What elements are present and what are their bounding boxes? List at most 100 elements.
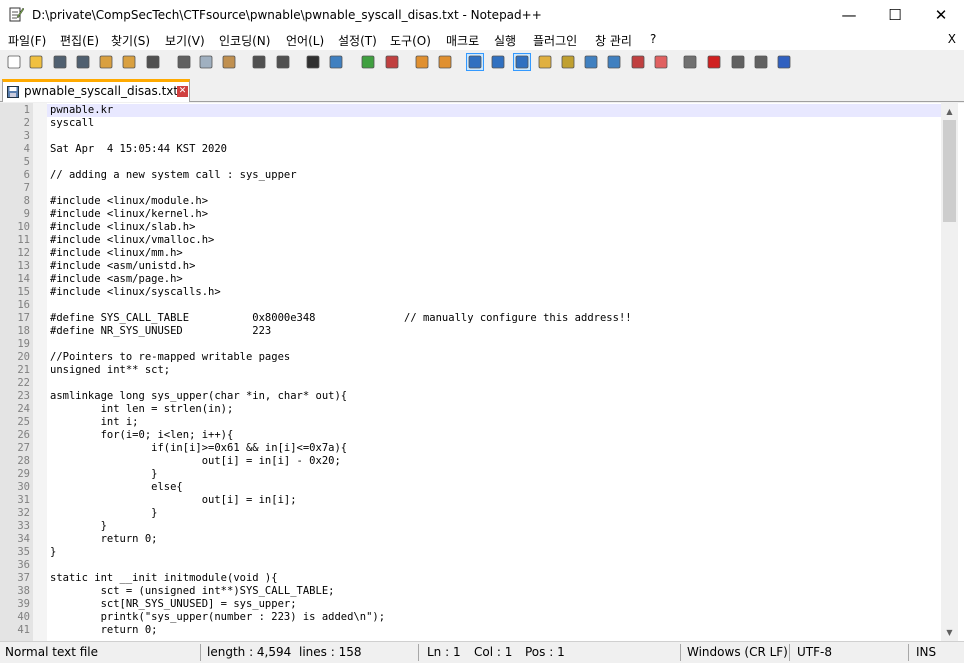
minimize-button[interactable]: — (826, 0, 872, 30)
line-text[interactable]: int i; (50, 416, 139, 429)
code-line[interactable]: 38 sct = (unsigned int**)SYS_CALL_TABLE; (0, 585, 941, 598)
code-line[interactable]: 2 syscall (0, 117, 941, 130)
word-wrap-icon[interactable] (466, 53, 484, 71)
menu-plugins[interactable]: 플러그인 (533, 32, 577, 49)
code-line[interactable]: 23 asmlinkage long sys_upper(char *in, ch… (0, 390, 941, 403)
code-line[interactable]: 39 sct[NR_SYS_UNUSED] = sys_upper; (0, 598, 941, 611)
tab-pwnable-syscall-disas[interactable]: pwnable_syscall_disas.txt ✕ (2, 79, 190, 102)
function-list-icon[interactable] (606, 54, 622, 70)
code-line[interactable]: 14 #include <asm/page.h> (0, 273, 941, 286)
line-text[interactable]: sct = (unsigned int**)SYS_CALL_TABLE; (50, 585, 335, 598)
replace-icon[interactable] (328, 54, 344, 70)
line-text[interactable]: sct[NR_SYS_UNUSED] = sys_upper; (50, 598, 297, 611)
show-all-chars-icon[interactable] (490, 54, 506, 70)
zoom-out-icon[interactable] (384, 54, 400, 70)
code-line[interactable]: 25 int i; (0, 416, 941, 429)
line-text[interactable]: if(in[i]>=0x61 && in[i]<=0x7a){ (50, 442, 347, 455)
code-line[interactable]: 21 unsigned int** sct; (0, 364, 941, 377)
code-line[interactable]: 28 out[i] = in[i] - 0x20; (0, 455, 941, 468)
tab-close-icon[interactable]: ✕ (177, 86, 188, 97)
doc-map-icon[interactable] (560, 54, 576, 70)
print-icon[interactable] (145, 54, 161, 70)
close-document-button[interactable]: X (948, 32, 956, 46)
code-line[interactable]: 10 #include <linux/slab.h> (0, 221, 941, 234)
status-eol[interactable]: Windows (CR LF) (687, 645, 788, 659)
code-line[interactable]: 12 #include <linux/mm.h> (0, 247, 941, 260)
indent-guide-icon[interactable] (513, 53, 531, 71)
menu-window[interactable]: 창 관리 (595, 32, 632, 49)
code-line[interactable]: 13 #include <asm/unistd.h> (0, 260, 941, 273)
find-icon[interactable] (305, 54, 321, 70)
code-line[interactable]: 32 } (0, 507, 941, 520)
code-line[interactable]: 6 // adding a new system call : sys_upper (0, 169, 941, 182)
cut-icon[interactable] (176, 54, 192, 70)
menu-edit[interactable]: 편집(E) (60, 32, 99, 49)
menu-tools[interactable]: 도구(O) (390, 32, 431, 49)
line-text[interactable]: out[i] = in[i]; (50, 494, 297, 507)
line-text[interactable]: } (50, 546, 56, 559)
scroll-up-icon[interactable]: ▲ (941, 103, 958, 120)
line-text[interactable]: static int __init initmodule(void ){ (50, 572, 278, 585)
record-macro-icon[interactable] (706, 54, 722, 70)
line-text[interactable]: pwnable.kr (50, 104, 113, 117)
undo-icon[interactable] (251, 54, 267, 70)
line-text[interactable]: syscall (50, 117, 94, 130)
maximize-button[interactable]: ☐ (872, 0, 918, 30)
line-text[interactable]: } (50, 468, 157, 481)
code-line[interactable]: 37 static int __init initmodule(void ){ (0, 572, 941, 585)
line-text[interactable]: #include <linux/mm.h> (50, 247, 183, 260)
code-line[interactable]: 26 for(i=0; i<len; i++){ (0, 429, 941, 442)
udl-icon[interactable] (537, 54, 553, 70)
code-line[interactable]: 22 (0, 377, 941, 390)
line-text[interactable]: // adding a new system call : sys_upper (50, 169, 297, 182)
menu-search[interactable]: 찾기(S) (111, 32, 150, 49)
code-line[interactable]: 35} (0, 546, 941, 559)
code-line[interactable]: 3 (0, 130, 941, 143)
line-text[interactable]: } (50, 507, 157, 520)
code-line[interactable]: 36 (0, 559, 941, 572)
doc-list-icon[interactable] (583, 54, 599, 70)
code-line[interactable]: 4 Sat Apr 4 15:05:44 KST 2020 (0, 143, 941, 156)
code-line[interactable]: 9 #include <linux/kernel.h> (0, 208, 941, 221)
new-file-icon[interactable] (6, 54, 22, 70)
line-text[interactable]: int len = strlen(in); (50, 403, 234, 416)
close-icon[interactable] (98, 54, 114, 70)
scroll-thumb[interactable] (943, 120, 956, 222)
menu-help[interactable]: ? (650, 32, 656, 46)
line-text[interactable]: asmlinkage long sys_upper(char *in, char… (50, 390, 347, 403)
folder-workspace-icon[interactable] (630, 54, 646, 70)
line-text[interactable]: return 0; (50, 533, 158, 546)
monitor-icon[interactable] (653, 54, 669, 70)
open-file-icon[interactable] (28, 54, 44, 70)
code-line[interactable]: 20 //Pointers to re-mapped writable pages (0, 351, 941, 364)
save-icon[interactable] (52, 54, 68, 70)
code-line[interactable]: 17 #define SYS_CALL_TABLE 0x8000e348 // m… (0, 312, 941, 325)
line-text[interactable]: } (50, 520, 107, 533)
menu-file[interactable]: 파일(F) (8, 32, 46, 49)
menu-macro[interactable]: 매크로 (446, 32, 479, 49)
line-text[interactable]: else{ (50, 481, 183, 494)
code-line[interactable]: 29 } (0, 468, 941, 481)
line-text[interactable]: #include <asm/unistd.h> (50, 260, 195, 273)
paste-icon[interactable] (221, 54, 237, 70)
vertical-scrollbar[interactable]: ▲ ▼ (941, 103, 958, 641)
zoom-in-icon[interactable] (360, 54, 376, 70)
line-text[interactable]: #define NR_SYS_UNUSED 223 (50, 325, 271, 338)
line-text[interactable]: #include <linux/slab.h> (50, 221, 195, 234)
menu-settings[interactable]: 설정(T) (338, 32, 377, 49)
copy-icon[interactable] (198, 54, 214, 70)
play-macro-icon[interactable] (753, 54, 769, 70)
line-text[interactable]: #define SYS_CALL_TABLE 0x8000e348 // man… (50, 312, 632, 325)
editor[interactable]: 1 pwnable.kr 2 syscall 3 4 Sat Apr 4 15:05:44 … (0, 103, 964, 641)
code-line[interactable]: 27 if(in[i]>=0x61 && in[i]<=0x7a){ (0, 442, 941, 455)
code-line[interactable]: 24 int len = strlen(in); (0, 403, 941, 416)
line-text[interactable]: #include <linux/syscalls.h> (50, 286, 221, 299)
line-text[interactable]: unsigned int** sct; (50, 364, 170, 377)
code-line[interactable]: 30 else{ (0, 481, 941, 494)
line-text[interactable]: out[i] = in[i] - 0x20; (50, 455, 341, 468)
line-text[interactable]: #include <linux/module.h> (50, 195, 208, 208)
stop-macro-icon[interactable] (730, 54, 746, 70)
eye-icon[interactable] (682, 54, 698, 70)
redo-icon[interactable] (275, 54, 291, 70)
save-all-icon[interactable] (75, 54, 91, 70)
